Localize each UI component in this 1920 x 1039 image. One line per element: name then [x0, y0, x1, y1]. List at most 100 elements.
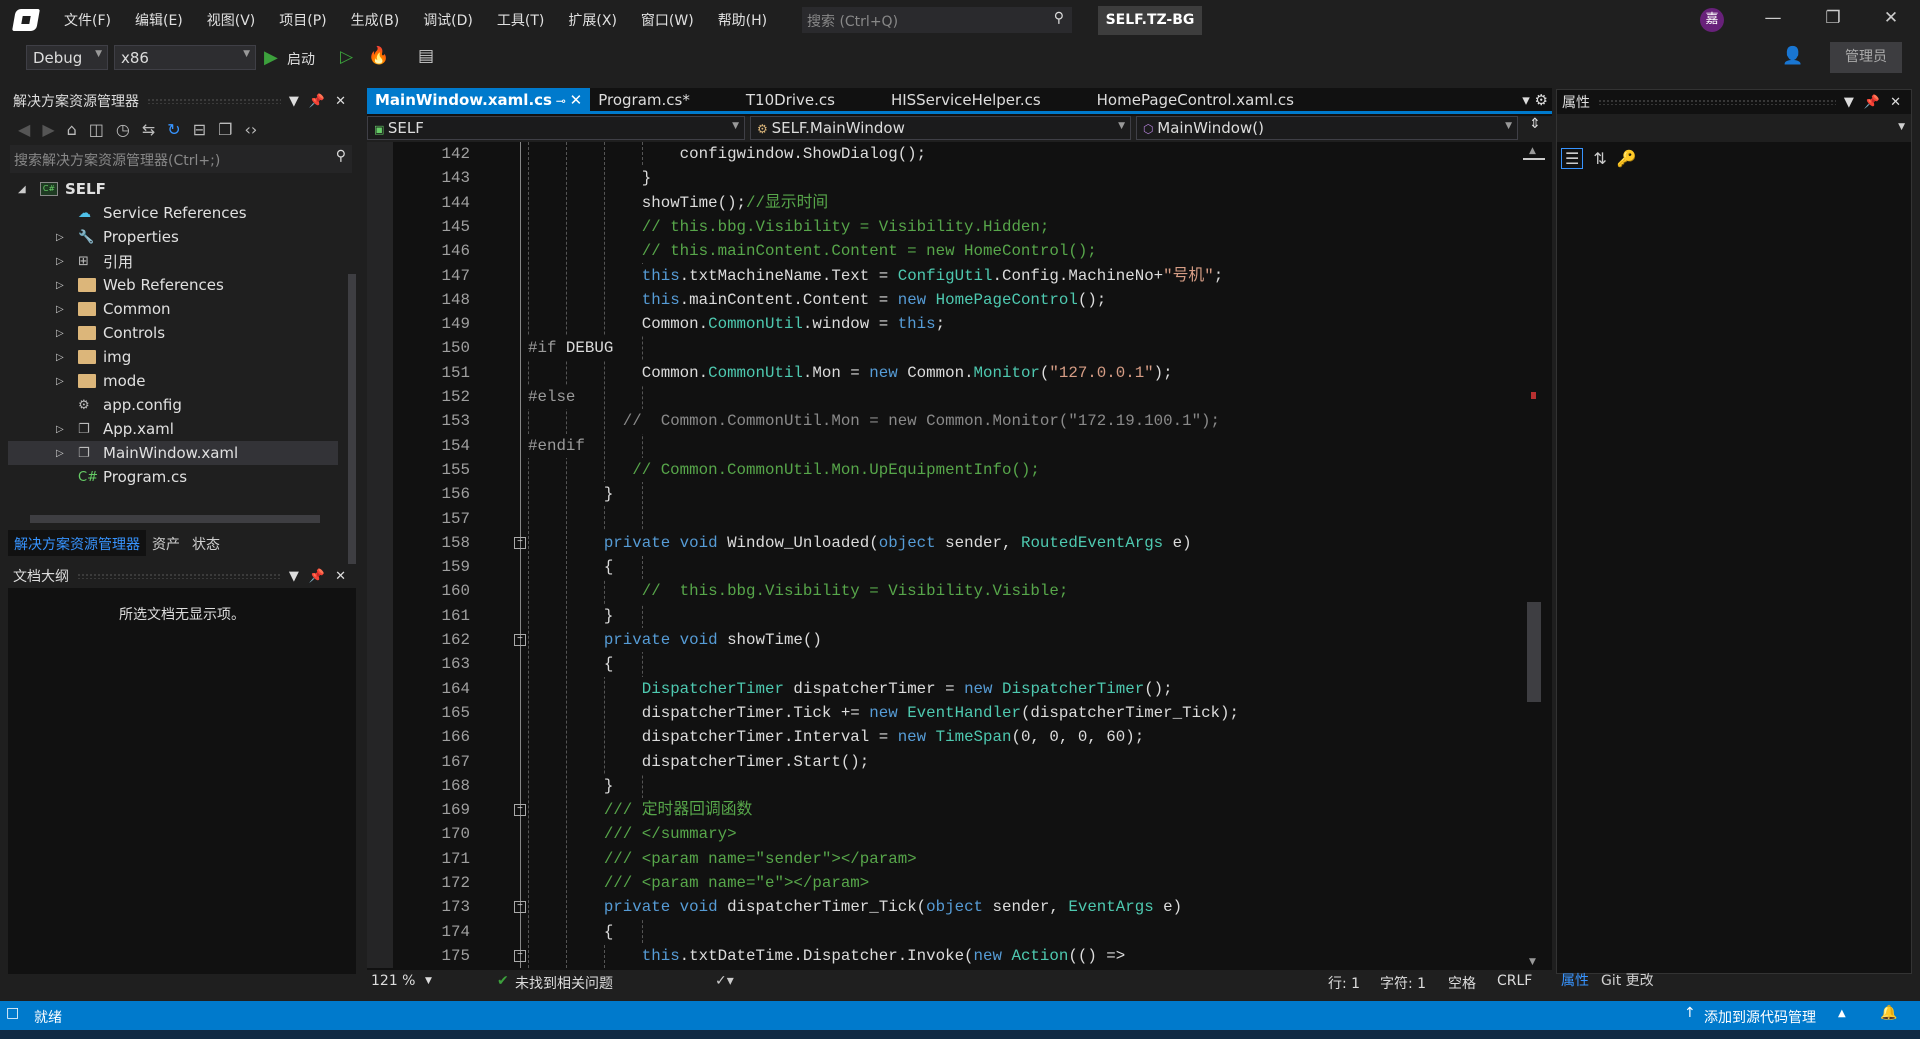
tab-list-icon[interactable]: ▾ — [1522, 91, 1534, 109]
tree-item[interactable]: ▷ Common — [8, 297, 338, 321]
line-number-status[interactable]: 行: 1 — [1328, 973, 1360, 993]
hot-reload-icon[interactable]: 🔥 — [368, 46, 389, 66]
editor-tab[interactable]: MainWindow.xaml.cs ⊸ ✕ — [367, 88, 591, 111]
tree-item[interactable]: ▷ 🔧 Properties — [8, 225, 338, 249]
collapse-icon[interactable]: − — [514, 804, 526, 817]
editor-tab[interactable]: T10Drive.cs — [738, 88, 843, 111]
start-without-debugging-icon[interactable]: ▷ — [340, 47, 353, 67]
line-ending[interactable]: CRLF — [1497, 973, 1532, 989]
tree-item[interactable]: ◢ C# SELF — [8, 177, 338, 201]
tab-git-changes[interactable]: Git 更改 — [1601, 970, 1654, 990]
tab-status[interactable]: 状态 — [186, 530, 226, 556]
issues-status[interactable]: 未找到相关问题 — [515, 973, 613, 993]
collapse-all-icon[interactable]: ⊟ — [193, 120, 206, 139]
tab-assets[interactable]: 资产 — [146, 530, 186, 556]
tab-properties[interactable]: 属性 — [1557, 970, 1593, 990]
avatar[interactable]: 嘉 — [1700, 8, 1724, 32]
configuration-select[interactable]: Debug ▼ — [26, 45, 108, 70]
close-icon[interactable]: ✕ — [1890, 95, 1901, 110]
editor-tab[interactable]: HomePageControl.xaml.cs — [1089, 88, 1302, 111]
collapse-icon[interactable]: − — [514, 536, 526, 549]
close-icon[interactable]: ✕ — [335, 569, 346, 584]
code-cleanup-icon[interactable]: ✓▾ — [715, 973, 734, 989]
zoom-select[interactable]: 121 % — [371, 973, 415, 989]
solution-search-input[interactable]: 搜索解决方案资源管理器(Ctrl+;) ⚲ — [10, 145, 352, 173]
tree-item[interactable]: ▷ ❐ App.xaml — [8, 417, 338, 441]
back-icon[interactable]: ◀ — [18, 120, 30, 139]
menu-help[interactable]: 帮助(H) — [706, 10, 779, 30]
expanded-arrow-icon[interactable]: ◢ — [18, 184, 26, 195]
tree-item[interactable]: ☁ Service References — [8, 201, 338, 225]
close-window-button[interactable]: ✕ — [1876, 8, 1906, 32]
collapse-icon[interactable]: − — [514, 634, 526, 646]
pending-changes-icon[interactable]: ◷ — [116, 120, 130, 139]
scroll-up-icon[interactable]: ▲ — [1529, 146, 1536, 156]
search-input[interactable]: 搜索 (Ctrl+Q) ⚲ — [802, 7, 1072, 33]
collapsed-arrow-icon[interactable]: ▷ — [56, 328, 64, 339]
object-select[interactable]: ▼ — [1557, 114, 1911, 142]
tree-item[interactable]: C# Program.cs — [8, 465, 338, 489]
close-icon[interactable]: ✕ — [335, 94, 346, 109]
code-area[interactable]: 142 configwindow.ShowDialog(); 143} 144 show… — [367, 142, 1527, 968]
forward-icon[interactable]: ▶ — [42, 120, 54, 139]
menu-edit[interactable]: 编辑(E) — [123, 10, 195, 30]
tree-item[interactable]: ▷ img — [8, 345, 338, 369]
pin-icon[interactable]: ⊸ — [552, 94, 570, 108]
split-editor-icon[interactable]: ⇕ — [1523, 116, 1547, 142]
minimize-button[interactable]: — — [1758, 8, 1788, 32]
menu-build[interactable]: 生成(B) — [339, 10, 412, 30]
collapsed-arrow-icon[interactable]: ▷ — [56, 280, 64, 291]
project-dropdown[interactable]: ▣ SELF ▼ — [367, 116, 745, 140]
tree-item[interactable]: ▷ Web References — [8, 273, 338, 297]
tree-item[interactable]: ▷ Controls — [8, 321, 338, 345]
tree-item[interactable]: ▷ ❐ MainWindow.xaml — [8, 441, 338, 465]
gear-icon[interactable]: ⚙ — [1535, 91, 1548, 109]
window-layout-icon[interactable]: ▤ — [418, 46, 434, 66]
start-play-icon[interactable]: ▶ — [264, 47, 278, 68]
menu-file[interactable]: 文件(F) — [52, 10, 123, 30]
dropdown-icon[interactable]: ▼ — [1844, 95, 1854, 110]
menu-debug[interactable]: 调试(D) — [411, 10, 485, 30]
refresh-icon[interactable]: ↻ — [167, 120, 180, 139]
home-icon[interactable]: ⌂ — [67, 120, 77, 139]
collapsed-arrow-icon[interactable]: ▷ — [56, 448, 64, 459]
scroll-down-icon[interactable]: ▼ — [1529, 957, 1536, 967]
switch-views-icon[interactable]: ◫ — [89, 120, 104, 139]
tree-vertical-scrollbar[interactable] — [348, 274, 356, 574]
collapse-icon[interactable]: − — [514, 949, 526, 962]
scroll-thumb[interactable] — [1527, 602, 1541, 702]
tree-item[interactable]: ▷ mode — [8, 369, 338, 393]
collapsed-arrow-icon[interactable]: ▷ — [56, 424, 64, 435]
pin-icon[interactable]: 📌 — [309, 569, 325, 584]
tree-item[interactable]: ⚙ app.config — [8, 393, 338, 417]
menu-tools[interactable]: 工具(T) — [485, 10, 556, 30]
collapsed-arrow-icon[interactable]: ▷ — [56, 256, 64, 267]
show-all-files-icon[interactable]: ❐ — [218, 120, 232, 139]
platform-select[interactable]: x86 ▼ — [114, 45, 256, 70]
type-dropdown[interactable]: ⚙ SELF.MainWindow ▼ — [750, 116, 1131, 140]
pin-icon[interactable]: 📌 — [309, 94, 325, 109]
sync-icon[interactable]: ⇆ — [142, 120, 155, 139]
menu-view[interactable]: 视图(V) — [195, 10, 268, 30]
pin-icon[interactable]: 📌 — [1864, 95, 1880, 110]
tab-solution-explorer[interactable]: 解决方案资源管理器 — [8, 530, 146, 556]
add-to-source-control-button[interactable]: 添加到源代码管理 — [1704, 1007, 1816, 1027]
collapsed-arrow-icon[interactable]: ▷ — [56, 376, 64, 387]
categorized-icon[interactable]: ☰ — [1561, 147, 1584, 169]
collapsed-arrow-icon[interactable]: ▷ — [56, 352, 64, 363]
dropdown-icon[interactable]: ▼ — [289, 94, 299, 109]
editor-vertical-scrollbar[interactable]: ▲ ▼ — [1519, 142, 1547, 968]
notifications-bell-icon[interactable]: 🔔 — [1880, 1005, 1897, 1021]
collapse-icon[interactable]: − — [514, 901, 526, 914]
tree-item[interactable]: ▷ ⊞ 引用 — [8, 249, 338, 273]
collapsed-arrow-icon[interactable]: ▷ — [56, 232, 64, 243]
restore-button[interactable]: ❐ — [1818, 8, 1848, 32]
dropdown-icon[interactable]: ▼ — [289, 569, 299, 584]
member-dropdown[interactable]: ⬡ MainWindow() ▼ — [1136, 116, 1518, 140]
live-share-icon[interactable]: 👤 — [1782, 46, 1803, 66]
close-icon[interactable]: ✕ — [570, 91, 583, 109]
indent-mode[interactable]: 空格 — [1448, 973, 1476, 993]
char-number-status[interactable]: 字符: 1 — [1380, 973, 1426, 993]
menu-extensions[interactable]: 扩展(X) — [556, 10, 629, 30]
start-button[interactable]: 启动 — [287, 49, 315, 69]
